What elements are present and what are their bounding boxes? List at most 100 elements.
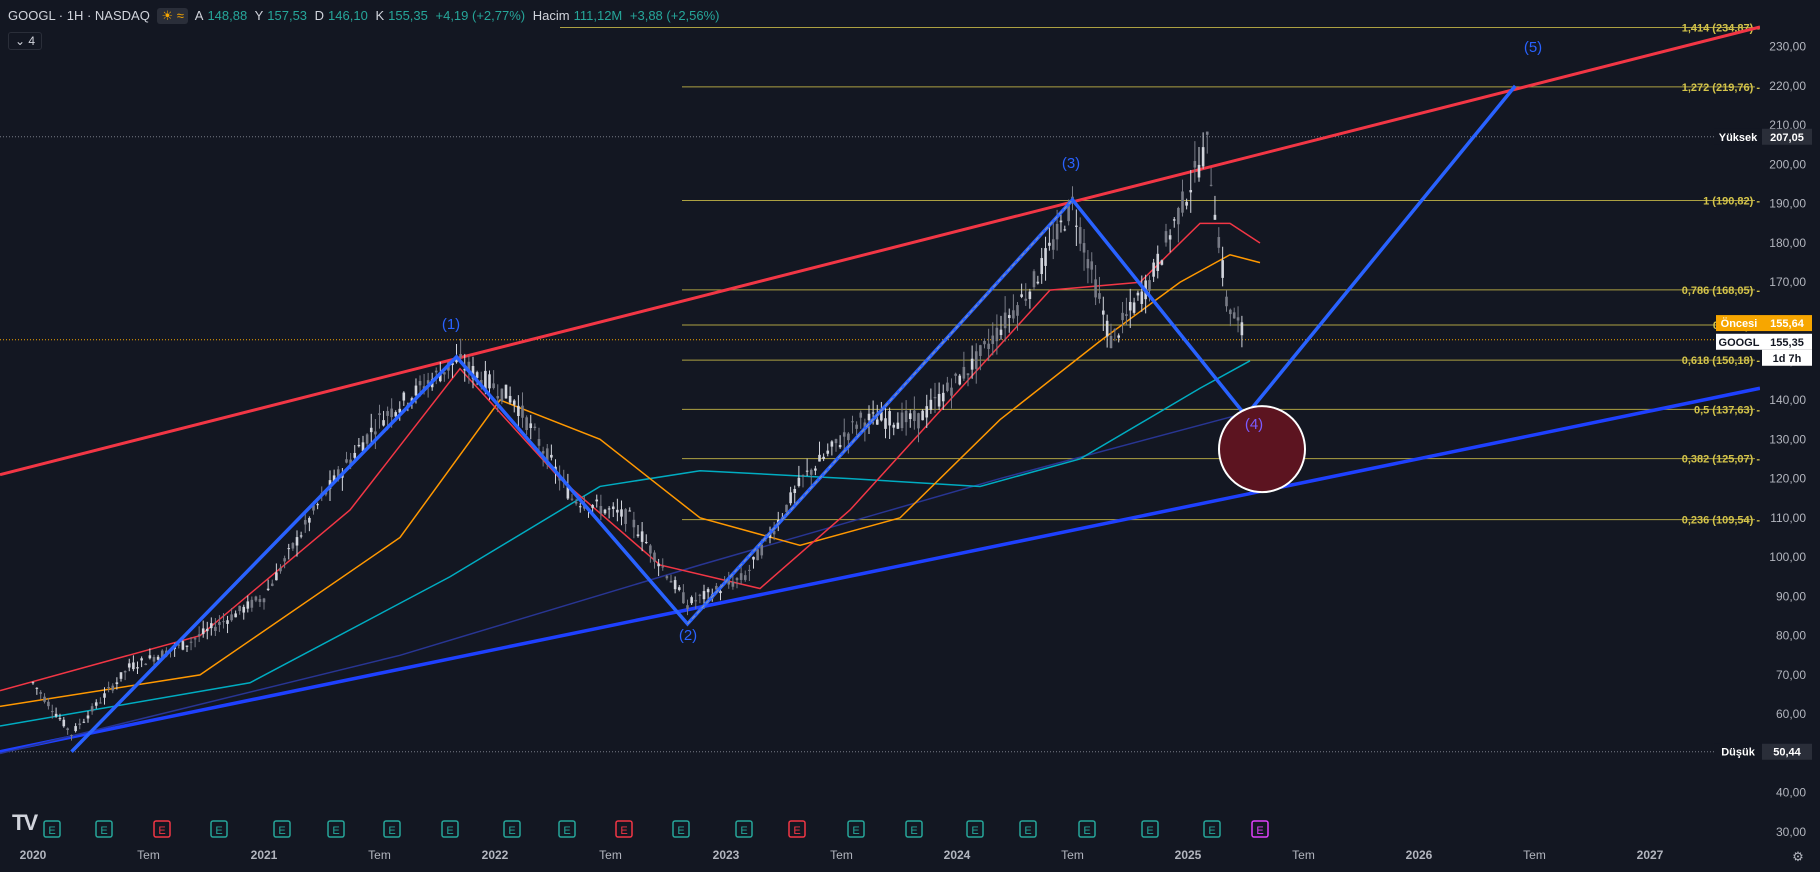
candle-body (78, 723, 82, 726)
candle-body (983, 340, 986, 345)
candle-body (1048, 242, 1051, 246)
earnings-marker-label: E (563, 825, 570, 837)
candle-body (1201, 147, 1205, 167)
candle-body (653, 552, 656, 562)
candle-body (611, 506, 615, 509)
candle-body (214, 626, 217, 631)
candle-body (888, 411, 891, 426)
candle-body (987, 343, 990, 349)
candle-body (308, 517, 311, 523)
candle-body (47, 701, 50, 707)
candle-body (258, 599, 262, 602)
candle-body (1075, 225, 1078, 227)
candle-body (31, 682, 35, 684)
earnings-marker-label: E (446, 825, 453, 837)
candle-body (287, 548, 291, 550)
volume-label: Hacim (532, 8, 570, 23)
candle-body (896, 422, 900, 429)
symbol-title[interactable]: GOOGL · 1H · NASDAQ (8, 8, 150, 23)
candle-body (826, 450, 830, 454)
candle-body (694, 600, 698, 602)
candle-body (492, 383, 495, 389)
earnings-marker-label: E (48, 825, 55, 837)
candle-body (739, 573, 743, 580)
prev-label: Öncesi (1721, 317, 1758, 330)
candle-body (702, 591, 706, 600)
time-tick-label: Tem (1523, 848, 1546, 862)
candle-body (238, 605, 241, 612)
time-tick-label: 2023 (713, 848, 740, 862)
candle-body (90, 706, 94, 712)
volume-change: +3,88 (+2,56%) (629, 8, 720, 23)
candle-body (649, 545, 652, 554)
candle-body (698, 594, 702, 596)
candle-body (504, 384, 508, 399)
candle-body (86, 715, 90, 719)
candle-body (1012, 310, 1015, 319)
candle-body (374, 431, 377, 435)
candle-body (550, 454, 553, 458)
time-tick-label: 2024 (944, 848, 971, 862)
price-tick-label: 100,00 (1769, 550, 1806, 564)
indicator-count: 4 (28, 34, 36, 48)
candle-body (508, 395, 512, 403)
candle-body (1016, 305, 1019, 316)
earnings-marker-label: E (677, 825, 684, 837)
open-label: A (194, 8, 204, 23)
candle-body (222, 621, 225, 623)
candle-body (512, 400, 516, 405)
earnings-marker-label: E (100, 825, 107, 837)
candle-body (1164, 231, 1168, 243)
earnings-marker-label: E (1208, 825, 1215, 837)
candle-body (1136, 292, 1140, 296)
candle-body (574, 501, 578, 504)
price-tick-label: 120,00 (1769, 472, 1806, 486)
candle-body (226, 620, 229, 624)
candle-body (801, 475, 805, 477)
candle-body (1132, 302, 1136, 313)
price-tick-label: 110,00 (1770, 511, 1806, 525)
candle-body (496, 396, 500, 399)
candle-body (1168, 235, 1172, 240)
candle-body (756, 549, 759, 561)
price-tick-label: 140,00 (1769, 393, 1806, 407)
high-value: 157,53 (267, 8, 308, 23)
candle-body (958, 375, 962, 385)
candle-body (345, 459, 348, 463)
candle-body (900, 412, 904, 429)
candle-body (859, 412, 863, 418)
settings-gear-icon[interactable]: ⚙ (1792, 850, 1804, 865)
tradingview-logo[interactable]: TV (12, 810, 38, 836)
time-tick-label: Tem (830, 848, 853, 862)
candle-body (673, 580, 677, 590)
candle-body (1172, 219, 1176, 221)
candle-body (1113, 328, 1117, 331)
candle-body (941, 392, 945, 402)
candle-body (181, 641, 185, 650)
fib-level-label: 1 (190,82) - (1703, 195, 1760, 207)
candle-body (842, 432, 846, 437)
price-chart[interactable]: 1,414 (234,87) -1,272 (219,76) -1 (190,8… (0, 0, 1820, 872)
indicator-toggle[interactable]: ⌄ 4 (8, 32, 43, 50)
price-tick-label: 60,00 (1776, 707, 1806, 721)
candle-body (418, 381, 422, 386)
candle-body (1055, 223, 1059, 240)
candle-body (999, 329, 1003, 336)
candle-body (917, 413, 920, 429)
time-tick-label: 2021 (251, 848, 278, 862)
candle-body (616, 509, 619, 513)
support-trendline (0, 386, 1761, 754)
low-label: Düşük (1721, 747, 1756, 759)
candle-body (966, 373, 970, 376)
candle-body (822, 456, 825, 459)
market-status-icon: ☀ ≈ (157, 8, 188, 24)
candle-body (1148, 280, 1151, 291)
candle-body (570, 498, 574, 500)
candle-body (119, 672, 123, 679)
earnings-marker-label: E (793, 825, 800, 837)
time-tick-label: 2020 (20, 848, 47, 862)
candle-body (1197, 164, 1201, 178)
candle-body (847, 433, 850, 441)
candle-body (1152, 262, 1155, 277)
candle-body (1094, 279, 1097, 298)
